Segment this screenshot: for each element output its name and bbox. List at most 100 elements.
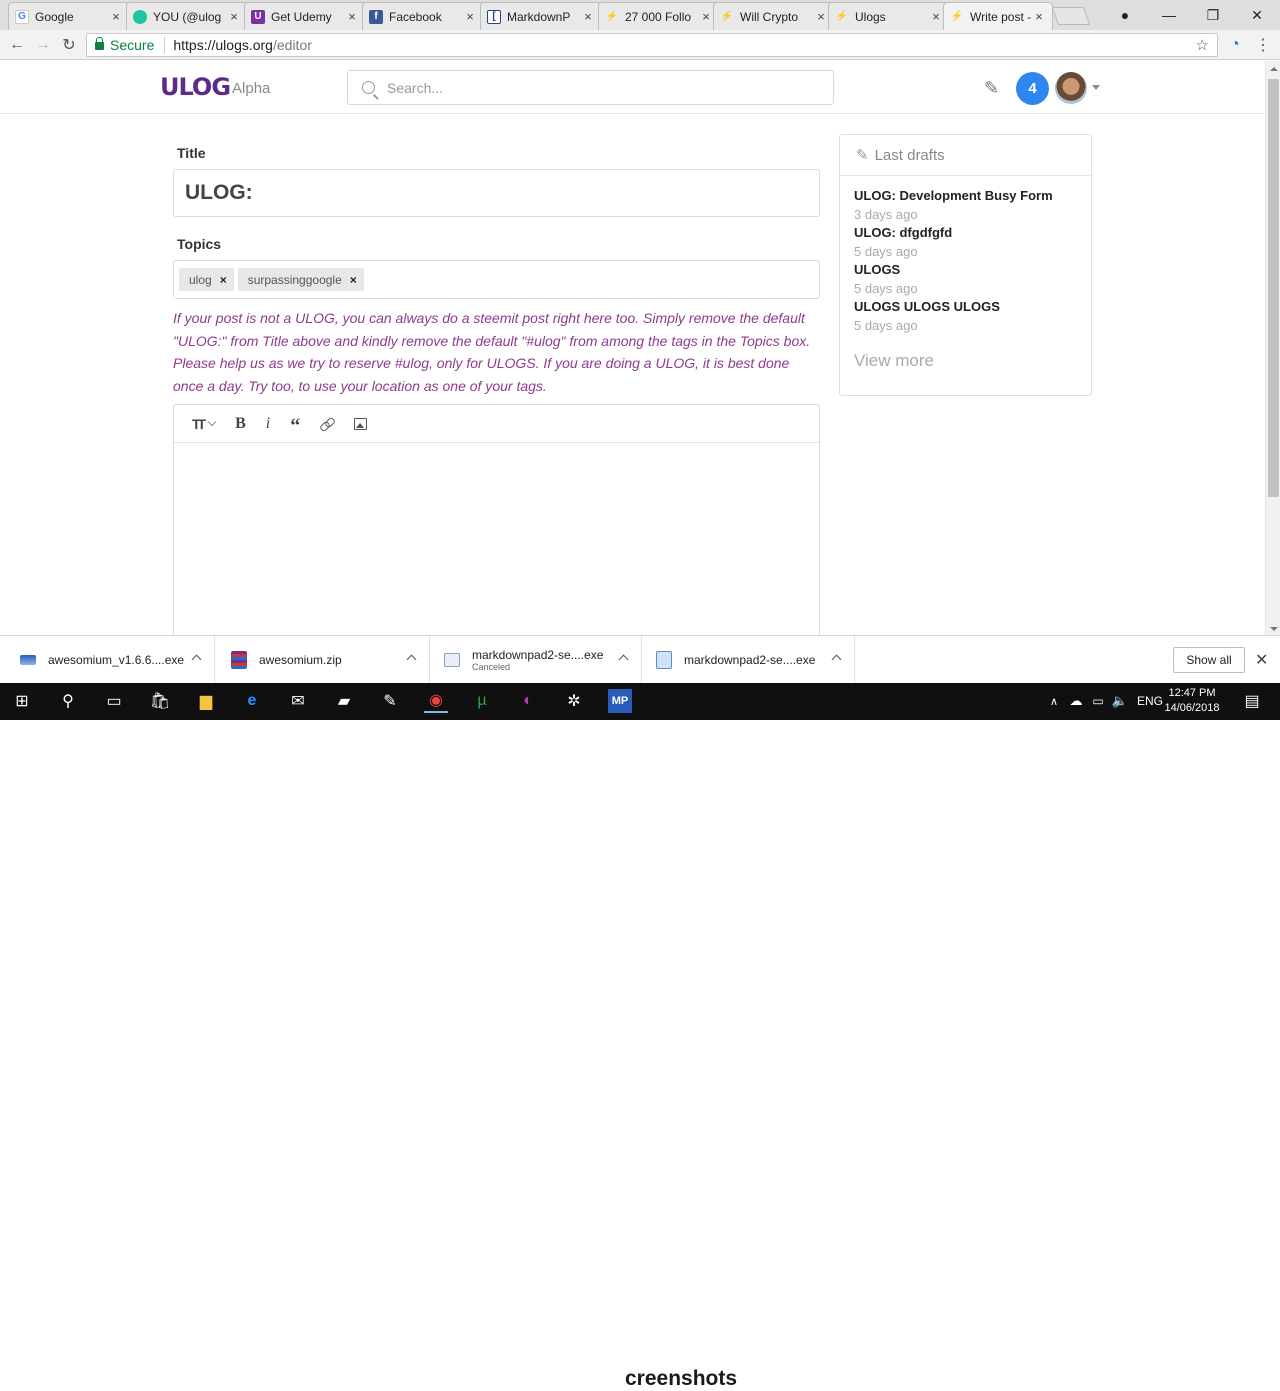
close-icon[interactable]: × (227, 9, 241, 24)
logo-alpha: Alpha (232, 80, 271, 97)
minimize-button[interactable]: — (1146, 0, 1192, 30)
list-item[interactable]: ULOG: Development Busy Form 3 days ago (840, 188, 1091, 225)
restore-button[interactable]: ❐ (1190, 0, 1236, 30)
ulogs-logo[interactable]: ULOG Alpha (160, 73, 270, 101)
menu-icon[interactable]: ⋮ (1252, 35, 1274, 55)
bolt-icon: ⚡ (605, 11, 619, 22)
download-item[interactable]: markdownpad2-se....exe (642, 636, 855, 684)
close-icon[interactable]: × (1032, 9, 1046, 24)
topics-input[interactable]: ulog × surpassinggoogle × (173, 260, 820, 299)
draft-title[interactable]: ULOGS ULOGS ULOGS (854, 299, 1091, 318)
steam-icon[interactable]: ✲ (562, 689, 586, 713)
tab-get-udemy[interactable]: U Get Udemy × (244, 2, 366, 30)
tab-ulogs[interactable]: ⚡ Ulogs × (828, 2, 950, 30)
search-input[interactable]: Search... (347, 70, 834, 105)
cloud-icon[interactable]: ☁ (1064, 689, 1088, 713)
drafts-header: ✎ Last drafts (840, 135, 1091, 176)
page-scrollbar[interactable] (1265, 61, 1280, 635)
back-arrow-icon[interactable]: ← (6, 35, 28, 55)
remove-tag-icon[interactable]: × (350, 273, 357, 287)
tab-markdownpad[interactable]: [MarkdownP × (480, 2, 602, 30)
ulog-notice: If your post is not a ULOG, you can alwa… (173, 310, 811, 394)
chrome-icon[interactable]: ◉ (424, 689, 448, 713)
tab-you-ulog[interactable]: YOU (@ulog × (126, 2, 248, 30)
extension-icon[interactable]: ◔ (1224, 35, 1246, 55)
new-tab-button[interactable] (1051, 7, 1091, 25)
markdownpad-icon[interactable]: MP (608, 689, 632, 713)
italic-button[interactable]: i (266, 414, 270, 434)
close-icon[interactable]: ✕ (1255, 650, 1268, 670)
list-item[interactable]: ULOG: dfgdfgfd 5 days ago (840, 225, 1091, 262)
tab-27000-followers[interactable]: ⚡ 27 000 Follo × (598, 2, 720, 30)
quote-button[interactable]: “ (290, 414, 300, 437)
tab-facebook[interactable]: f Facebook × (362, 2, 484, 30)
utorrent-icon[interactable]: µ (470, 689, 494, 713)
link-button[interactable] (320, 414, 334, 434)
scrollbar-thumb[interactable] (1268, 79, 1279, 497)
scroll-down-icon[interactable] (1270, 627, 1278, 631)
reload-icon[interactable]: ↻ (58, 35, 80, 55)
clock[interactable]: 12:47 PM 14/06/2018 (1160, 686, 1224, 716)
search-icon[interactable]: ⚲ (56, 689, 80, 713)
draft-title[interactable]: ULOGS (854, 262, 1091, 281)
window-close-button[interactable]: ✕ (1234, 0, 1280, 30)
scroll-up-icon[interactable] (1270, 67, 1278, 71)
tab-write-post[interactable]: ⚡ Write post - × (943, 2, 1053, 30)
exe-file-icon (444, 653, 460, 667)
tray-chevron-icon[interactable]: ∧ (1042, 689, 1066, 713)
view-more-link[interactable]: View more (854, 351, 934, 371)
drafts-heading: Last drafts (874, 146, 945, 164)
volume-icon[interactable]: 🔈 (1108, 689, 1132, 713)
bookmark-star-icon[interactable]: ☆ (1196, 36, 1209, 54)
chevron-up-icon[interactable] (618, 654, 629, 665)
post-body-editor[interactable]: TT B i “ (173, 404, 820, 644)
profile-icon[interactable]: ● (1102, 0, 1148, 30)
close-icon[interactable]: × (699, 9, 713, 24)
chevron-up-icon[interactable] (406, 654, 417, 665)
chevron-up-icon[interactable] (191, 654, 202, 665)
list-item[interactable]: ULOGS ULOGS ULOGS 5 days ago (840, 299, 1091, 336)
edge-icon[interactable]: e (240, 689, 264, 713)
store-icon[interactable]: 🛍 (148, 689, 172, 713)
close-icon[interactable]: × (109, 9, 123, 24)
address-bar[interactable]: Secure https://ulogs.org/editor ☆ (86, 33, 1218, 57)
close-icon[interactable]: × (581, 9, 595, 24)
draft-title[interactable]: ULOG: Development Busy Form (854, 188, 1091, 207)
download-item[interactable]: awesomium_v1.6.6....exe (0, 636, 215, 684)
list-item[interactable]: ULOGS 5 days ago (840, 262, 1091, 299)
tab-google[interactable]: G Google × (8, 2, 130, 30)
close-icon[interactable]: × (463, 9, 477, 24)
paint-icon[interactable]: ✎ (378, 689, 402, 713)
mail-icon[interactable]: ✉ (286, 689, 310, 713)
title-input[interactable]: ULOG: (173, 169, 820, 217)
close-icon[interactable]: × (929, 9, 943, 24)
close-icon[interactable]: × (814, 9, 828, 24)
image-button[interactable] (354, 414, 368, 434)
bold-button[interactable]: B (235, 414, 246, 434)
write-post-icon[interactable]: ✎ (984, 78, 1006, 98)
sticky-notes-icon[interactable]: ▰ (332, 689, 356, 713)
action-center-icon[interactable]: ▤ (1240, 689, 1264, 713)
draft-title[interactable]: ULOG: dfgdfgfd (854, 225, 1091, 244)
windows-start-icon[interactable]: ⊞ (10, 689, 34, 713)
notification-badge[interactable]: 4 (1016, 72, 1049, 105)
remove-tag-icon[interactable]: × (220, 273, 227, 287)
download-item[interactable]: awesomium.zip (215, 636, 430, 684)
file-explorer-icon[interactable]: ▆ (194, 689, 218, 713)
tab-will-crypto[interactable]: ⚡ Will Crypto × (713, 2, 835, 30)
battery-icon[interactable]: ▭ (1086, 689, 1110, 713)
download-name: markdownpad2-se....exe (472, 647, 604, 662)
tag-label: surpassinggoogle (247, 272, 342, 287)
avatar[interactable] (1055, 72, 1087, 104)
download-item[interactable]: markdownpad2-se....exe Canceled (430, 636, 642, 684)
download-name: awesomium_v1.6.6....exe (48, 652, 185, 667)
forward-arrow-icon[interactable]: → (32, 35, 54, 55)
show-all-button[interactable]: Show all (1173, 647, 1245, 673)
heading-button[interactable]: TT (192, 414, 217, 434)
bolt-icon: ⚡ (720, 11, 734, 22)
messenger-icon[interactable]: ◐ (516, 689, 540, 713)
close-icon[interactable]: × (345, 9, 359, 24)
task-view-icon[interactable]: ▭ (102, 689, 126, 713)
chevron-down-icon[interactable] (1092, 85, 1100, 90)
chevron-up-icon[interactable] (831, 654, 842, 665)
